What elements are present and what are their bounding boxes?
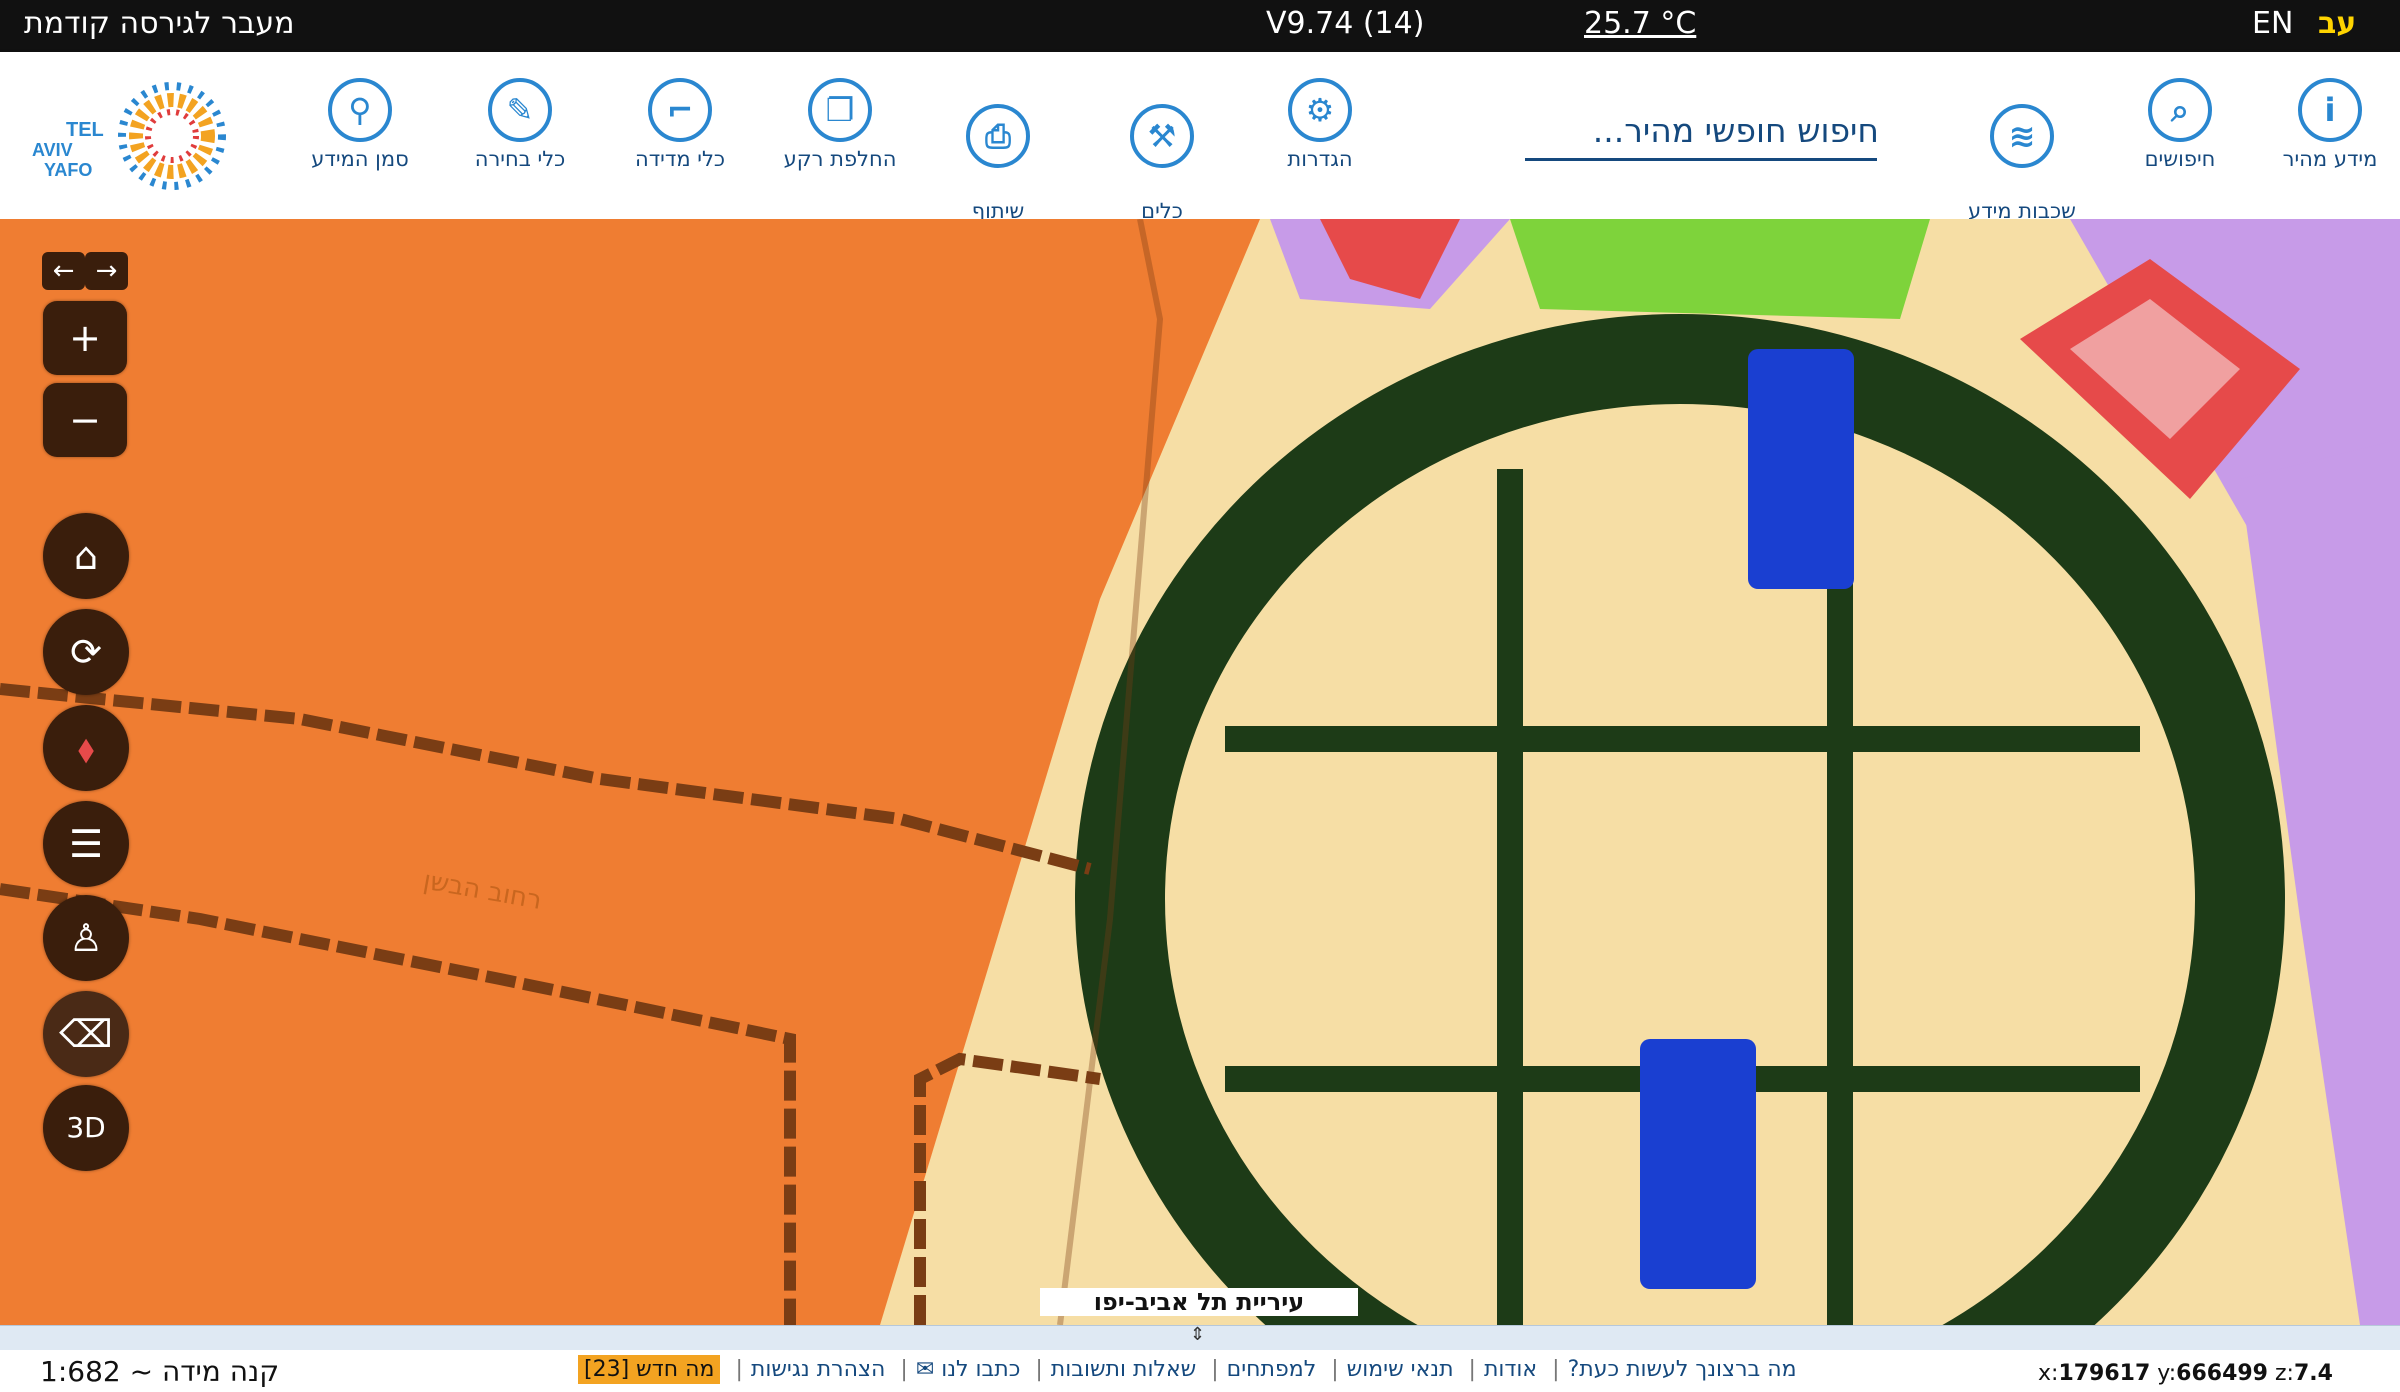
x-value: 179617	[2058, 1361, 2151, 1386]
zoom-in-button[interactable]: +	[43, 301, 127, 375]
footer-link-what-now[interactable]: מה ברצונך לעשות כעת?	[1568, 1357, 1797, 1382]
legend-button[interactable]: ☰	[43, 801, 129, 887]
compass-button[interactable]: ⬧	[43, 705, 129, 791]
temperature-link[interactable]: 25.7 °C	[1584, 6, 1696, 41]
forward-arrow-icon[interactable]: →	[85, 252, 128, 290]
x-label: x:	[2038, 1361, 2059, 1386]
quick-search-input[interactable]	[1525, 102, 1881, 158]
lang-he-button[interactable]: עב	[2318, 6, 2356, 41]
y-value: 666499	[2176, 1361, 2268, 1386]
basemap-icon: ❐	[808, 78, 872, 142]
coordinates-readout: x:179617 y:666499 z:7.4	[2038, 1361, 2333, 1386]
info-icon: i	[2298, 78, 2362, 142]
search-icon: ⌕	[2148, 78, 2212, 142]
top-bar: מעבר לגירסה קודמת V9.74 (14) 25.7 °C EN …	[0, 0, 2400, 52]
lang-en-button[interactable]: EN	[2252, 6, 2293, 41]
quick-search	[1525, 102, 1881, 161]
print-icon: ⎙	[966, 104, 1030, 168]
panel-splitter[interactable]: ⇕	[0, 1324, 2400, 1350]
eraser-icon: ⌫	[59, 1012, 113, 1056]
settings-label: הגדרות	[1287, 147, 1353, 171]
home-icon: ⌂	[73, 534, 99, 578]
main-toolbar: TEL AVIV YAFO ⚲ סמן המידע ✎ כלי בחירה ⌐ …	[0, 52, 2400, 249]
green-parcel	[1510, 219, 1930, 319]
svg-text:YAFO: YAFO	[44, 160, 92, 180]
refresh-button[interactable]: ⟳	[43, 609, 129, 695]
footer-link-contact[interactable]: כתבו לנו ✉	[916, 1357, 1021, 1382]
refresh-icon: ⟳	[70, 630, 102, 674]
searches-label: חיפושים	[2144, 147, 2216, 171]
ruler-icon: ⌐	[648, 78, 712, 142]
footer-link-terms[interactable]: תנאי שימוש	[1347, 1357, 1454, 1382]
marker-tool-button[interactable]: ⚲ סמן המידע	[280, 78, 440, 172]
select-tool-label: כלי בחירה	[474, 147, 566, 171]
searches-button[interactable]: ⌕ חיפושים	[2100, 78, 2260, 172]
compass-icon: ⬧	[77, 726, 95, 770]
history-arrows: ← →	[42, 252, 132, 294]
select-icon: ✎	[488, 78, 552, 142]
y-label: y:	[2157, 1361, 2177, 1386]
tools-icon: ⚒	[1130, 104, 1194, 168]
map-view[interactable]: רחוב הבשן ← → + − ⌂ ⟳ ⬧ ☰ ♙ ⌫ 3D עיריית ת…	[0, 219, 2400, 1325]
back-arrow-icon[interactable]: ←	[42, 252, 85, 290]
expand-icon: ⇕	[1190, 1324, 1206, 1345]
footer-link-accessibility[interactable]: הצהרת נגישות	[751, 1357, 886, 1382]
quick-info-label: מידע מהיר	[2282, 147, 2378, 171]
marker-tool-label: סמן המידע	[311, 147, 409, 171]
tel-aviv-logo[interactable]: TEL AVIV YAFO	[22, 76, 250, 196]
street-view-button[interactable]: ♙	[43, 895, 129, 981]
blue-pond-bottom	[1640, 1039, 1756, 1289]
svg-text:TEL: TEL	[66, 119, 104, 141]
whats-new-badge[interactable]: מה חדש [23]	[578, 1355, 721, 1384]
scale-label: קנה מידה ~ 1:682	[40, 1355, 280, 1388]
settings-button[interactable]: ⚙ הגדרות	[1240, 78, 1400, 172]
footer-link-developers[interactable]: למפתחים	[1227, 1357, 1317, 1382]
map-canvas: רחוב הבשן	[0, 219, 2400, 1325]
z-label: z:	[2275, 1361, 2294, 1386]
3d-button[interactable]: 3D	[43, 1085, 129, 1171]
footer-links: מה ברצונך לעשות כעת?| אודות| תנאי שימוש|…	[578, 1355, 1797, 1384]
list-icon: ☰	[68, 822, 104, 866]
select-tool-button[interactable]: ✎ כלי בחירה	[440, 78, 600, 172]
footer-link-about[interactable]: אודות	[1484, 1357, 1537, 1382]
home-button[interactable]: ⌂	[43, 513, 129, 599]
city-label: עיריית תל אביב-יפו	[1040, 1288, 1358, 1316]
person-icon: ♙	[68, 916, 104, 960]
measure-tool-label: כלי מדידה	[634, 147, 726, 171]
svg-text:AVIV: AVIV	[32, 140, 73, 160]
layers-icon: ≋	[1990, 104, 2054, 168]
zoom-out-button[interactable]: −	[43, 383, 127, 457]
footer-link-faq[interactable]: שאלות ותשובות	[1051, 1357, 1196, 1382]
z-value: 7.4	[2293, 1361, 2333, 1386]
version-label: V9.74 (14)	[1266, 6, 1425, 41]
measure-tool-button[interactable]: ⌐ כלי מדידה	[600, 78, 760, 172]
gear-icon: ⚙	[1288, 78, 1352, 142]
basemap-label: החלפת רקע	[783, 147, 897, 171]
eraser-button[interactable]: ⌫	[43, 991, 129, 1077]
status-bar: ⇕ קנה מידה ~ 1:682 מה ברצונך לעשות כעת?|…	[0, 1324, 2400, 1392]
logo-mark	[118, 82, 226, 190]
basemap-button[interactable]: ❐ החלפת רקע	[760, 78, 920, 172]
blue-pond-top	[1748, 349, 1854, 589]
quick-info-button[interactable]: i מידע מהיר	[2250, 78, 2400, 172]
marker-icon: ⚲	[328, 78, 392, 142]
previous-version-link[interactable]: מעבר לגירסה קודמת	[24, 6, 295, 41]
